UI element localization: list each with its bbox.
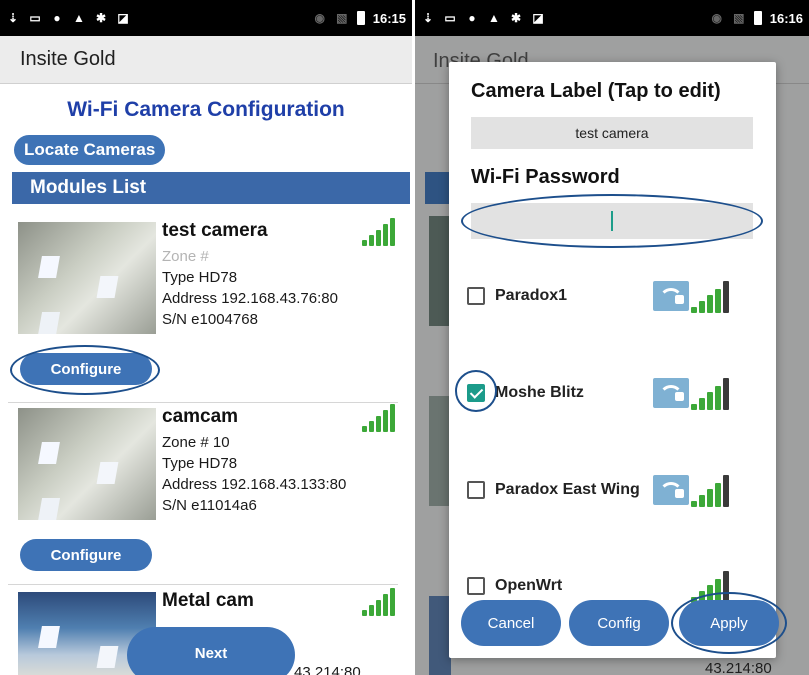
signal-strength-icon xyxy=(691,471,739,507)
page-title: Wi-Fi Camera Configuration xyxy=(67,98,345,121)
module-zone: Zone # xyxy=(162,248,209,265)
battery-icon xyxy=(356,11,365,25)
divider xyxy=(8,584,398,585)
status-time: 16:16 xyxy=(769,10,803,26)
background-thumbnail xyxy=(429,216,451,326)
usb-icon: ⇣ xyxy=(7,11,19,25)
module-name: Metal cam xyxy=(162,590,254,611)
photo-icon: ◪ xyxy=(532,11,544,25)
configure-button[interactable]: Configure xyxy=(20,353,152,385)
location-icon: ● xyxy=(468,11,476,25)
usb-icon: ⇣ xyxy=(422,11,434,25)
module-card-test-camera: test camera Zone # Type HD78 Address 192… xyxy=(14,216,404,388)
network-checkbox[interactable] xyxy=(467,577,485,595)
locate-cameras-button[interactable]: Locate Cameras xyxy=(14,135,166,165)
status-bar: ⇣ ▭ ● ▲ ✱ ◪ ◉ ▧ 16:16 xyxy=(415,0,809,36)
module-type: Type HD78 xyxy=(162,269,238,286)
camera-thumbnail xyxy=(18,222,156,334)
configure-button[interactable]: Configure xyxy=(20,539,152,571)
module-zone: Zone # 10 xyxy=(162,434,230,451)
cancel-button[interactable]: Cancel xyxy=(461,600,561,646)
module-address-fragment: 43.214:80 xyxy=(294,664,361,675)
signal-strength-icon xyxy=(691,374,739,410)
network-name: Paradox1 xyxy=(495,287,568,304)
image-icon: ▭ xyxy=(444,11,456,25)
camera-thumbnail xyxy=(18,408,156,520)
phone-screen-modules-list: ⇣ ▭ ● ▲ ✱ ◪ ◉ ▧ 16:15 Insite Gold Wi-Fi … xyxy=(0,0,412,675)
signal-strength-icon xyxy=(362,588,396,616)
apply-button[interactable]: Apply xyxy=(679,600,779,646)
network-row[interactable]: Paradox1 xyxy=(457,277,757,317)
location-icon: ● xyxy=(53,11,61,25)
battery-icon xyxy=(753,11,762,25)
section-title: Modules List xyxy=(30,177,147,198)
photo-icon: ◪ xyxy=(117,11,129,25)
app-bar: Insite Gold xyxy=(0,36,412,84)
no-sim-icon: ▧ xyxy=(733,11,745,25)
background-thumbnail xyxy=(429,396,451,506)
module-serial: S/N e1004768 xyxy=(162,311,258,328)
config-button[interactable]: Config xyxy=(569,600,669,646)
wifi-password-heading: Wi-Fi Password xyxy=(471,166,620,188)
text-cursor xyxy=(611,211,613,231)
module-serial: S/N e11014a6 xyxy=(162,497,257,514)
module-type: Type HD78 xyxy=(162,455,238,472)
signal-strength-icon xyxy=(362,404,396,432)
signal-strength-icon xyxy=(691,567,739,603)
network-name: OpenWrt xyxy=(495,577,563,594)
next-button[interactable]: Next xyxy=(127,627,295,675)
warning-icon: ▲ xyxy=(488,11,500,25)
android-icon: ✱ xyxy=(510,11,522,25)
android-icon: ✱ xyxy=(95,11,107,25)
phone-screen-camera-dialog: ⇣ ▭ ● ▲ ✱ ◪ ◉ ▧ 16:16 Insite Gold Next 4… xyxy=(412,0,809,675)
no-sim-icon: ▧ xyxy=(336,11,348,25)
network-checkbox[interactable] xyxy=(467,287,485,305)
camera-label-field[interactable]: test camera xyxy=(471,117,753,149)
network-row[interactable]: Moshe Blitz xyxy=(457,374,757,414)
camera-label-heading: Camera Label (Tap to edit) xyxy=(471,80,721,102)
screenshot-pair: ⇣ ▭ ● ▲ ✱ ◪ ◉ ▧ 16:15 Insite Gold Wi-Fi … xyxy=(0,0,809,675)
status-time: 16:15 xyxy=(372,10,406,26)
module-address: Address 192.168.43.76:80 xyxy=(162,290,338,307)
image-icon: ▭ xyxy=(29,11,41,25)
secured-wifi-icon xyxy=(653,281,689,311)
module-name: camcam xyxy=(162,406,239,427)
secured-wifi-icon xyxy=(653,475,689,505)
network-checkbox-checked[interactable] xyxy=(467,384,485,402)
background-thumbnail xyxy=(429,596,451,675)
module-name: test camera xyxy=(162,220,268,241)
module-address: Address 192.168.43.133:80 xyxy=(162,476,347,493)
camera-config-dialog: Camera Label (Tap to edit) test camera W… xyxy=(449,62,787,658)
modules-list-header: Modules List xyxy=(12,172,410,204)
signal-strength-icon xyxy=(691,277,739,313)
network-name: Moshe Blitz xyxy=(495,384,584,401)
wifi-password-field[interactable] xyxy=(471,203,753,239)
network-row[interactable]: Paradox East Wing xyxy=(457,471,757,511)
secured-wifi-icon xyxy=(653,378,689,408)
module-card-camcam: camcam Zone # 10 Type HD78 Address 192.1… xyxy=(14,402,404,574)
hotspot-icon: ◉ xyxy=(711,11,722,25)
background-address-fragment: 43.214:80 xyxy=(705,660,772,675)
warning-icon: ▲ xyxy=(73,11,85,25)
network-checkbox[interactable] xyxy=(467,481,485,499)
app-title: Insite Gold xyxy=(20,48,116,70)
signal-strength-icon xyxy=(362,218,396,246)
network-name: Paradox East Wing xyxy=(495,481,640,498)
hotspot-icon: ◉ xyxy=(314,11,325,25)
status-bar: ⇣ ▭ ● ▲ ✱ ◪ ◉ ▧ 16:15 xyxy=(0,0,412,36)
